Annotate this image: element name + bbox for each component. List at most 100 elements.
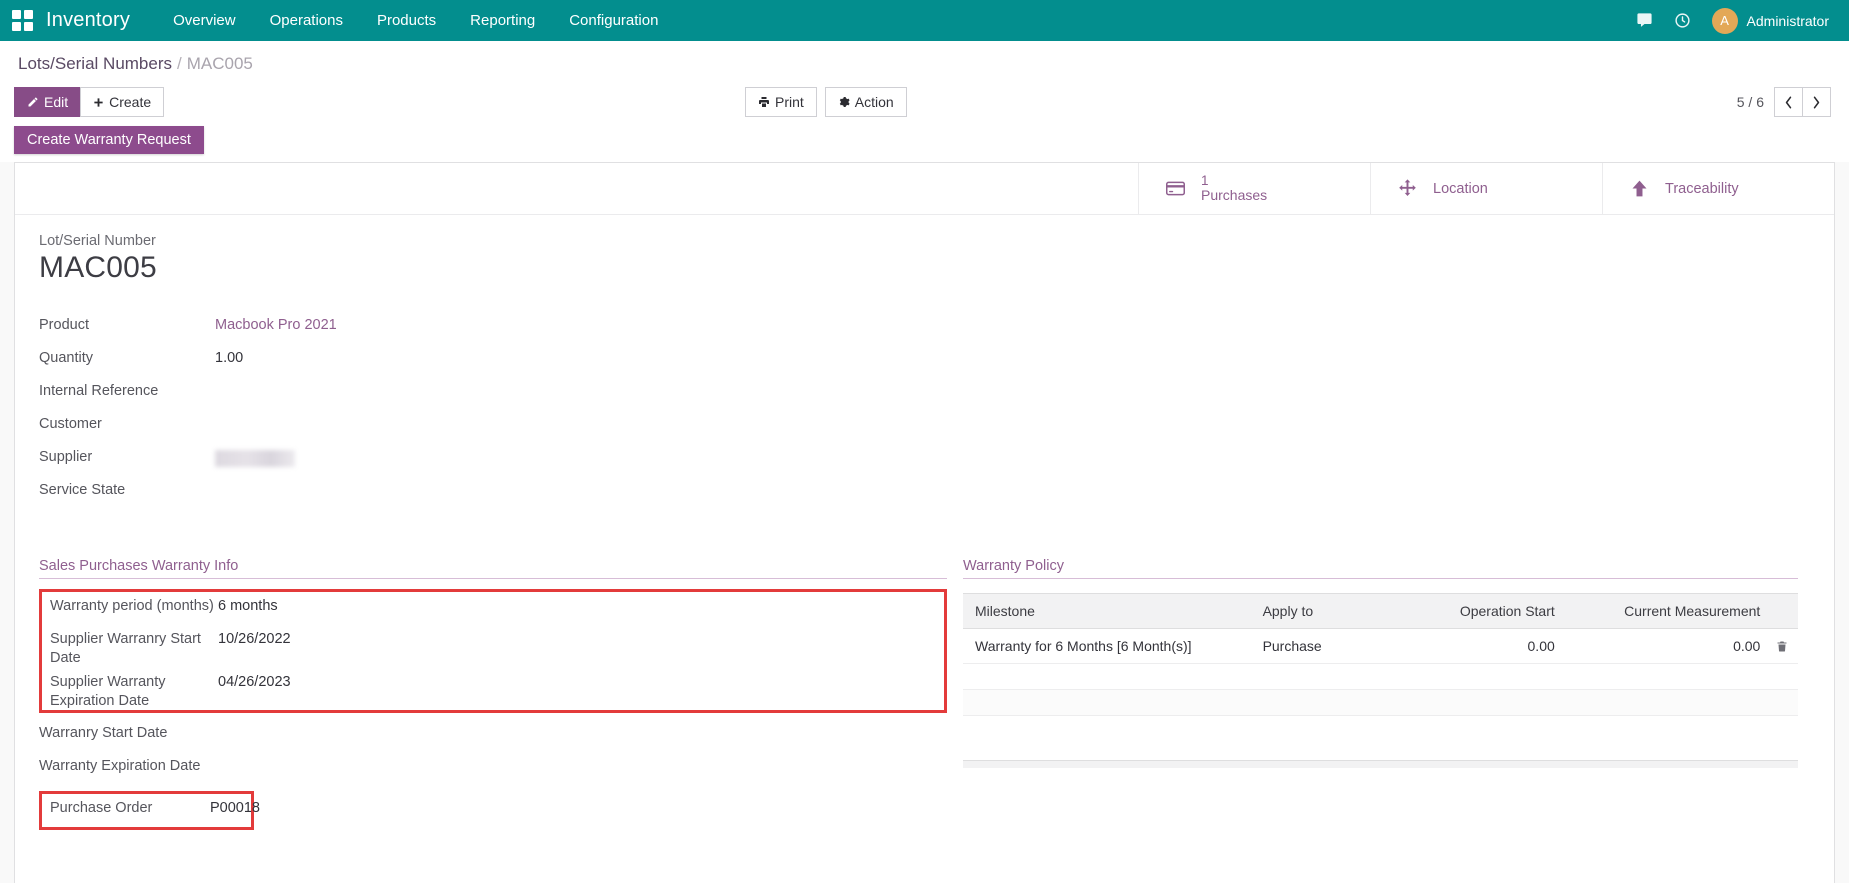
field-value-warranty-period: 6 months — [218, 592, 944, 616]
warranty-policy-table-head: Milestone Apply to Operation Start Curre… — [963, 594, 1798, 629]
main-field-column-left: Product Macbook Pro 2021 Quantity 1.00 I… — [39, 311, 947, 509]
lot-serial-number-value[interactable]: MAC005 — [39, 251, 1810, 285]
menu-item-overview[interactable]: Overview — [156, 0, 253, 41]
trash-icon[interactable] — [1772, 629, 1798, 664]
field-row-product: Product Macbook Pro 2021 — [39, 311, 947, 344]
field-value-purchase-order[interactable]: P00018 — [210, 794, 260, 818]
field-label-supplier: Supplier — [39, 443, 215, 467]
printer-icon — [758, 96, 770, 108]
warranty-policy-section: Warranty Policy Milestone Apply to Opera… — [947, 557, 1798, 830]
field-label-internal-reference: Internal Reference — [39, 377, 215, 401]
navbar-right: A Administrator — [1626, 0, 1835, 41]
column-header-apply-to[interactable]: Apply to — [1251, 594, 1389, 629]
edit-button-label: Edit — [44, 94, 68, 110]
cell-milestone[interactable]: Warranty for 6 Months [6 Month(s)] — [963, 629, 1251, 664]
pager-next-button[interactable] — [1802, 87, 1831, 117]
field-row-warranty-period: Warranty period (months) 6 months — [42, 592, 944, 625]
warranty-policy-table-body: Warranty for 6 Months [6 Month(s)] Purch… — [963, 629, 1798, 742]
cell-operation-start[interactable]: 0.00 — [1389, 629, 1567, 664]
field-label-supplier-warranty-start-date: Supplier Warranry Start Date — [42, 625, 218, 668]
user-name: Administrator — [1747, 13, 1829, 29]
create-warranty-request-button[interactable]: Create Warranty Request — [14, 126, 204, 154]
field-value-supplier-warranty-start-date: 10/26/2022 — [218, 625, 944, 649]
stat-location-label: Location — [1433, 181, 1488, 197]
main-menu: Overview Operations Products Reporting C… — [156, 0, 675, 41]
field-value-supplier — [215, 443, 947, 467]
breadcrumb-separator: / — [177, 54, 182, 73]
field-label-customer: Customer — [39, 410, 215, 434]
arrows-move-icon — [1395, 178, 1419, 199]
gear-icon — [838, 96, 850, 108]
field-label-purchase-order: Purchase Order — [42, 794, 210, 818]
breadcrumb-current-record: MAC005 — [187, 54, 253, 73]
product-link[interactable]: Macbook Pro 2021 — [215, 317, 337, 333]
cell-apply-to[interactable]: Purchase — [1251, 629, 1389, 664]
field-label-warranty-expiration-date: Warranty Expiration Date — [39, 752, 215, 776]
action-button-label: Action — [855, 94, 894, 110]
table-row-empty — [963, 664, 1798, 690]
menu-item-reporting[interactable]: Reporting — [453, 0, 552, 41]
field-value-quantity: 1.00 — [215, 344, 947, 368]
lot-serial-number-label: Lot/Serial Number — [39, 233, 1810, 249]
highlight-box-supplier-warranty: Warranty period (months) 6 months Suppli… — [39, 589, 947, 713]
sales-purchases-warranty-info-section: Sales Purchases Warranty Info Warranty p… — [39, 557, 947, 830]
highlight-box-purchase-order: Purchase Order P00018 — [39, 791, 254, 830]
field-row-internal-reference: Internal Reference — [39, 377, 947, 410]
breadcrumb-root-lots-serial-numbers[interactable]: Lots/Serial Numbers — [18, 54, 172, 73]
table-footer-divider — [963, 760, 1798, 768]
main-field-columns: Product Macbook Pro 2021 Quantity 1.00 I… — [39, 311, 1810, 509]
menu-item-configuration[interactable]: Configuration — [552, 0, 675, 41]
form-sheet-body: Lot/Serial Number MAC005 Product Macbook… — [15, 215, 1834, 830]
breadcrumb: Lots/Serial Numbers / MAC005 — [0, 41, 1849, 84]
action-button[interactable]: Action — [825, 87, 907, 117]
column-header-milestone[interactable]: Milestone — [963, 594, 1251, 629]
field-label-supplier-warranty-expiration-date: Supplier Warranty Expiration Date — [42, 668, 218, 711]
create-button[interactable]: Create — [80, 87, 164, 117]
print-button[interactable]: Print — [745, 87, 817, 117]
field-label-product: Product — [39, 311, 215, 335]
cell-current-measurement[interactable]: 0.00 — [1567, 629, 1773, 664]
section-title-warranty-policy: Warranty Policy — [963, 558, 1798, 579]
control-panel-buttons: Edit Create Print Action 5 / 6 — [0, 84, 1849, 120]
field-row-warranty-start-date: Warranry Start Date — [39, 719, 947, 752]
stat-button-bar: 1 Purchases Location Traceabili — [15, 163, 1834, 215]
table-header-row: Milestone Apply to Operation Start Curre… — [963, 594, 1798, 629]
table-row[interactable]: Warranty for 6 Months [6 Month(s)] Purch… — [963, 629, 1798, 664]
stat-purchases-label: Purchases — [1201, 188, 1267, 204]
stat-button-traceability[interactable]: Traceability — [1602, 163, 1834, 214]
pencil-icon — [27, 96, 39, 108]
field-row-supplier: Supplier — [39, 443, 947, 476]
top-navbar: Inventory Overview Operations Products R… — [0, 0, 1849, 41]
clock-icon[interactable] — [1664, 0, 1702, 41]
column-header-current-measurement[interactable]: Current Measurement — [1567, 594, 1773, 629]
apps-grid-icon[interactable] — [12, 10, 34, 32]
section-title-sales-purchases-warranty-info: Sales Purchases Warranty Info — [39, 558, 947, 579]
menu-item-operations[interactable]: Operations — [253, 0, 360, 41]
field-label-warranty-start-date: Warranry Start Date — [39, 719, 215, 743]
stat-button-purchases[interactable]: 1 Purchases — [1138, 163, 1370, 214]
field-label-quantity: Quantity — [39, 344, 215, 368]
menu-item-products[interactable]: Products — [360, 0, 453, 41]
table-row-empty — [963, 716, 1798, 742]
stat-button-location[interactable]: Location — [1370, 163, 1602, 214]
avatar: A — [1712, 8, 1738, 34]
field-row-quantity: Quantity 1.00 — [39, 344, 947, 377]
plus-icon — [93, 97, 104, 108]
record-actions-group: Edit Create — [14, 87, 164, 117]
column-header-operation-start[interactable]: Operation Start — [1389, 594, 1567, 629]
redacted-supplier-value — [215, 450, 295, 467]
stat-traceability-label: Traceability — [1665, 181, 1739, 197]
user-menu[interactable]: A Administrator — [1702, 8, 1835, 34]
field-value-customer — [215, 410, 947, 433]
pager-previous-button[interactable] — [1774, 87, 1803, 117]
column-header-actions — [1772, 594, 1798, 629]
credit-card-icon — [1163, 178, 1187, 199]
chat-bubble-icon[interactable] — [1626, 0, 1664, 41]
lower-section-columns: Sales Purchases Warranty Info Warranty p… — [39, 557, 1810, 830]
object-button-row: Create Warranty Request — [0, 120, 1849, 162]
edit-button[interactable]: Edit — [14, 87, 81, 117]
field-row-supplier-warranty-start-date: Supplier Warranry Start Date 10/26/2022 — [42, 625, 944, 668]
field-value-product: Macbook Pro 2021 — [215, 311, 947, 335]
field-row-service-state: Service State — [39, 476, 947, 509]
app-brand-inventory[interactable]: Inventory — [46, 9, 130, 32]
